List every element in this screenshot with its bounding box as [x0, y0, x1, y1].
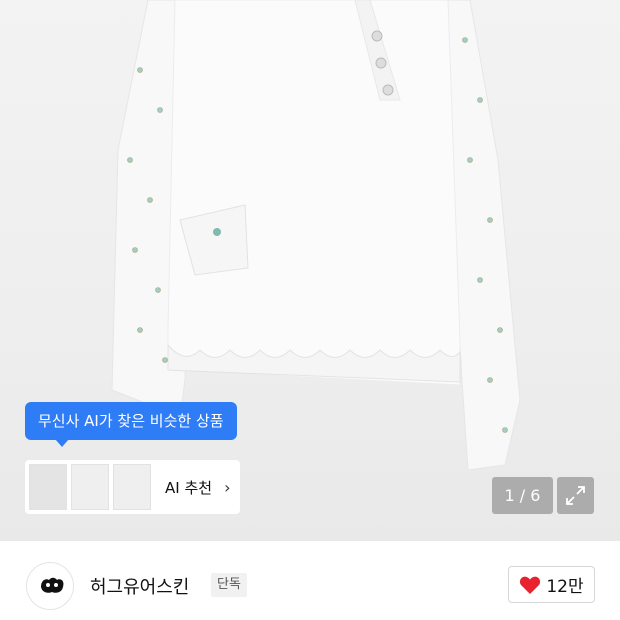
- similar-thumbnail[interactable]: [29, 464, 67, 510]
- similar-thumbnail[interactable]: [113, 464, 151, 510]
- brand-name[interactable]: 허그유어스킨: [90, 573, 189, 599]
- image-pager: 1 / 6: [492, 477, 553, 514]
- brand-logo[interactable]: [26, 562, 74, 610]
- similar-thumbnail[interactable]: [71, 464, 109, 510]
- chevron-right-icon: ›: [224, 477, 231, 497]
- product-image-viewer[interactable]: 무신사 AI가 찾은 비슷한 상품 AI 추천 › 1 / 6: [0, 0, 620, 541]
- ai-recommend-label: AI 추천: [165, 478, 213, 497]
- like-count: 12만: [546, 577, 584, 597]
- ai-recommend-panel[interactable]: AI 추천 ›: [25, 460, 240, 514]
- like-button[interactable]: 12만: [508, 566, 595, 603]
- exclusive-badge: 단독: [211, 573, 247, 597]
- heart-icon: [520, 576, 541, 594]
- expand-icon[interactable]: [557, 477, 594, 514]
- ai-similar-tooltip: 무신사 AI가 찾은 비슷한 상품: [25, 402, 237, 447]
